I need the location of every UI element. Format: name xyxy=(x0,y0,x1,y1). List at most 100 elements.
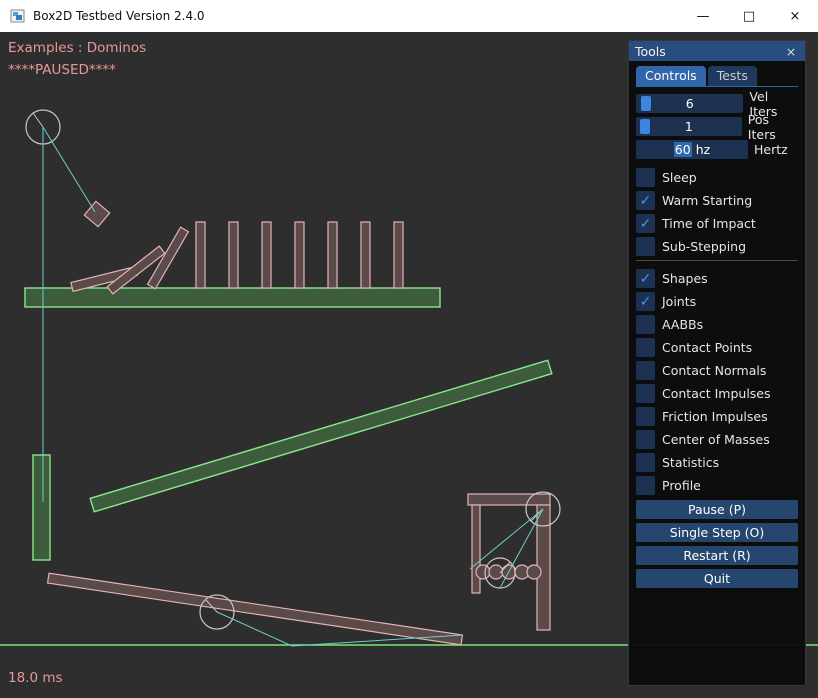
slider-label: Pos Iters xyxy=(748,112,798,142)
tab-bar: Controls Tests xyxy=(636,64,798,87)
tab-controls[interactable]: Controls xyxy=(636,66,706,86)
domino[interactable] xyxy=(196,222,205,288)
checkbox-time-of-impact[interactable]: ✓ Time of Impact xyxy=(636,214,798,233)
swinging-box[interactable] xyxy=(84,201,109,226)
checkbox-contact-impulses[interactable]: Contact Impulses xyxy=(636,384,798,403)
panel-close-icon[interactable]: × xyxy=(783,44,799,59)
check-icon[interactable]: ✓ xyxy=(636,191,655,210)
check-icon[interactable] xyxy=(636,384,655,403)
check-icon[interactable] xyxy=(636,237,655,256)
checkbox-label: Joints xyxy=(662,294,696,309)
checkbox-profile[interactable]: Profile xyxy=(636,476,798,495)
slider-value: 1 xyxy=(685,119,693,134)
pause-button[interactable]: Pause (P) xyxy=(636,500,798,519)
checkbox-contact-normals[interactable]: Contact Normals xyxy=(636,361,798,380)
check-icon[interactable]: ✓ xyxy=(636,269,655,288)
window-titlebar[interactable]: Box2D Testbed Version 2.4.0 — □ × xyxy=(0,0,818,32)
separator xyxy=(636,260,798,261)
paused-label: ****PAUSED**** xyxy=(8,62,116,78)
domino[interactable] xyxy=(328,222,337,288)
check-icon[interactable] xyxy=(636,315,655,334)
vel-iters-slider[interactable]: 6 xyxy=(636,94,743,113)
frame-time-label: 18.0 ms xyxy=(8,670,63,686)
checkbox-sub-stepping[interactable]: Sub-Stepping xyxy=(636,237,798,256)
checkbox-label: Profile xyxy=(662,478,701,493)
ball[interactable] xyxy=(527,565,541,579)
domino[interactable] xyxy=(295,222,304,288)
pos-iters-slider[interactable]: 1 xyxy=(636,117,742,136)
check-icon[interactable] xyxy=(636,407,655,426)
domino[interactable] xyxy=(361,222,370,288)
action-buttons: Pause (P) Single Step (O) Restart (R) Qu… xyxy=(636,500,798,588)
checkbox-label: Contact Normals xyxy=(662,363,766,378)
checkbox-statistics[interactable]: Statistics xyxy=(636,453,798,472)
slider-grab[interactable] xyxy=(641,96,651,111)
window-title: Box2D Testbed Version 2.4.0 xyxy=(33,9,205,23)
tools-panel-header[interactable]: Tools × xyxy=(629,41,805,61)
checkbox-warm-starting[interactable]: ✓ Warm Starting xyxy=(636,191,798,210)
dynamic-bodies[interactable] xyxy=(48,201,550,645)
hertz-input[interactable]: 60 hz xyxy=(636,140,748,159)
hertz-unit: hz xyxy=(696,142,710,157)
check-icon[interactable] xyxy=(636,168,655,187)
check-icon[interactable] xyxy=(636,476,655,495)
checkbox-friction-impulses[interactable]: Friction Impulses xyxy=(636,407,798,426)
checkbox-label: Warm Starting xyxy=(662,193,752,208)
maximize-button[interactable]: □ xyxy=(726,0,772,32)
close-button[interactable]: × xyxy=(772,0,818,32)
simulation-canvas[interactable]: Examples : Dominos ****PAUSED**** 18.0 m… xyxy=(0,32,818,698)
slider-value: 6 xyxy=(686,96,694,111)
checkbox-joints[interactable]: ✓ Joints xyxy=(636,292,798,311)
slider-label: Hertz xyxy=(754,142,788,157)
checkbox-label: Contact Points xyxy=(662,340,752,355)
hertz-selected-text: 60 xyxy=(674,142,692,157)
check-icon[interactable]: ✓ xyxy=(636,214,655,233)
tools-panel: Tools × Controls Tests 6 Vel Iters xyxy=(628,40,806,686)
checkbox-label: Center of Masses xyxy=(662,432,770,447)
ball[interactable] xyxy=(476,565,490,579)
slider-section: 6 Vel Iters 1 Pos Iters 60 xyxy=(636,94,798,159)
slider-grab[interactable] xyxy=(640,119,650,134)
domino[interactable] xyxy=(262,222,271,288)
checkbox-center-of-masses[interactable]: Center of Masses xyxy=(636,430,798,449)
checkbox-label: Sub-Stepping xyxy=(662,239,746,254)
angled-plank xyxy=(90,360,552,512)
checkbox-aabbs[interactable]: AABBs xyxy=(636,315,798,334)
draw-options: ✓ Shapes ✓ Joints AABBs Contact Points xyxy=(636,269,798,495)
vertical-block xyxy=(33,455,50,560)
check-icon[interactable] xyxy=(636,361,655,380)
domino[interactable] xyxy=(229,222,238,288)
example-label: Examples : Dominos xyxy=(8,40,146,56)
checkbox-sleep[interactable]: Sleep xyxy=(636,168,798,187)
check-icon[interactable] xyxy=(636,338,655,357)
tools-panel-title: Tools xyxy=(635,44,783,59)
checkbox-label: Statistics xyxy=(662,455,719,470)
checkbox-contact-points[interactable]: Contact Points xyxy=(636,338,798,357)
minimize-button[interactable]: — xyxy=(680,0,726,32)
window-controls: — □ × xyxy=(680,0,818,32)
checkbox-label: Time of Impact xyxy=(662,216,756,231)
tilted-board[interactable] xyxy=(48,573,463,645)
check-icon[interactable] xyxy=(636,453,655,472)
app-icon xyxy=(10,8,26,24)
single-step-button[interactable]: Single Step (O) xyxy=(636,523,798,542)
checkbox-shapes[interactable]: ✓ Shapes xyxy=(636,269,798,288)
wheel-spoke xyxy=(33,113,43,127)
check-icon[interactable] xyxy=(636,430,655,449)
check-icon[interactable]: ✓ xyxy=(636,292,655,311)
domino[interactable] xyxy=(394,222,403,288)
quit-button[interactable]: Quit xyxy=(636,569,798,588)
checkbox-label: Shapes xyxy=(662,271,708,286)
frame-top-bar[interactable] xyxy=(468,494,550,505)
restart-button[interactable]: Restart (R) xyxy=(636,546,798,565)
sim-options: Sleep ✓ Warm Starting ✓ Time of Impact S… xyxy=(636,168,798,256)
checkbox-label: Contact Impulses xyxy=(662,386,771,401)
checkbox-label: Friction Impulses xyxy=(662,409,768,424)
app-window: Box2D Testbed Version 2.4.0 — □ × xyxy=(0,0,818,698)
tools-panel-body: Controls Tests 6 Vel Iters 1 xyxy=(629,61,805,588)
domino-platform xyxy=(25,288,440,307)
checkbox-label: AABBs xyxy=(662,317,703,332)
frame-left-post[interactable] xyxy=(472,505,480,593)
checkbox-label: Sleep xyxy=(662,170,697,185)
tab-tests[interactable]: Tests xyxy=(708,66,757,86)
